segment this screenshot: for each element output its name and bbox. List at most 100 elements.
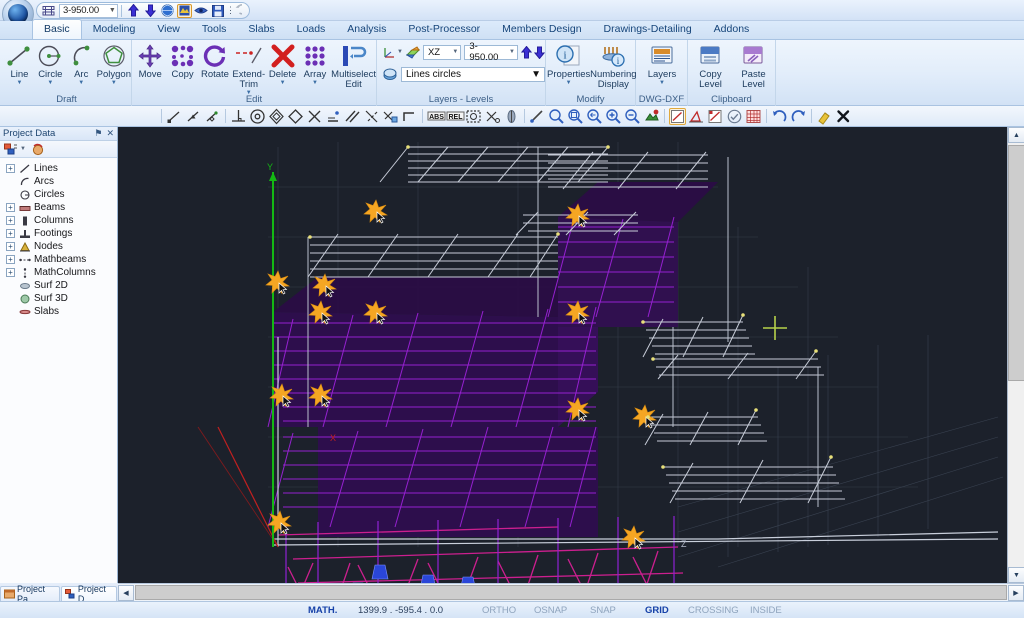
vertical-scroll-thumb[interactable] [1008,145,1024,381]
status-toggle-ortho[interactable]: ORTHO [482,605,516,616]
tab-basic[interactable]: Basic [32,19,82,39]
scroll-left-button[interactable]: ◀ [118,584,134,601]
horizontal-scroll-thumb[interactable] [135,585,1007,600]
tab-analysis[interactable]: Analysis [336,20,397,39]
grid-display-icon[interactable] [745,108,762,125]
tree-item-footings[interactable]: + Footings [4,227,117,240]
tab-modeling[interactable]: Modeling [82,20,147,39]
chevron-down-icon[interactable]: ▼ [452,49,458,55]
viewport-vertical-scrollbar[interactable]: ▲ ▼ [1007,127,1024,583]
tab-view[interactable]: View [146,20,191,39]
tree-item-lines[interactable]: + Lines [4,162,117,175]
arc-button[interactable]: Arc ▼ [66,43,97,87]
zoom-in-icon[interactable] [605,108,622,125]
zoom-previous-icon[interactable] [586,108,603,125]
status-toggle-snap[interactable]: SNAP [590,605,616,616]
status-toggle-grid[interactable]: GRID [645,605,669,616]
erase-icon[interactable] [816,108,833,125]
tab-project-parameters[interactable]: Project Pa... [0,584,60,604]
globe-icon[interactable] [160,4,175,18]
axes-icon[interactable] [383,45,396,59]
render-view-icon[interactable] [176,3,192,18]
snap-extension-icon[interactable] [382,108,399,125]
chevron-down-icon[interactable]: ▼ [78,80,84,87]
level-up-icon[interactable] [521,45,532,59]
expand-icon[interactable]: + [6,229,15,238]
refresh-icon[interactable] [31,143,45,156]
levels-icon[interactable] [41,4,56,18]
properties-button[interactable]: i Properties ▼ [547,43,590,87]
zoom-window-icon[interactable] [567,108,584,125]
snap-nearest-icon[interactable] [204,108,221,125]
down-arrow-icon[interactable] [143,4,158,18]
status-mode-label[interactable]: MATH. [308,605,337,616]
chevron-down-icon[interactable]: ▼ [531,69,541,80]
zoom-extents-icon[interactable] [624,108,641,125]
expand-icon[interactable]: + [6,255,15,264]
expand-icon[interactable]: + [6,164,15,173]
dwg-layers-button[interactable]: Layers ▼ [639,43,685,87]
polar-toggle-icon[interactable] [688,108,705,125]
chevron-down-icon[interactable]: ▼ [659,80,665,87]
ortho-toggle-icon[interactable] [669,107,686,125]
level-combo[interactable]: 3-950.00 ▼ [464,41,518,63]
extend-trim-button[interactable]: Extend-Trim ▼ [231,43,266,97]
pin-icon[interactable]: ⚑ [94,128,102,139]
expand-icon[interactable]: + [6,242,15,251]
copy-level-button[interactable]: Copy Level [689,43,732,90]
snap-intersection-icon[interactable] [306,108,323,125]
select-window-icon[interactable] [465,108,482,125]
tree-item-surf-2d[interactable]: Surf 2D [4,279,117,292]
up-arrow-icon[interactable] [126,4,141,18]
chevron-down-icon[interactable]: ▼ [109,7,116,14]
close-icon[interactable] [835,108,852,125]
snap-none-icon[interactable] [484,108,501,125]
tree-item-surf-3d[interactable]: Surf 3D [4,292,117,305]
pan-icon[interactable] [643,108,660,125]
layer-combo[interactable]: Lines circles ▼ [401,66,545,82]
chevron-down-icon[interactable]: ▼ [20,146,26,152]
tab-slabs[interactable]: Slabs [237,20,285,39]
polygon-button[interactable]: Polygon ▼ [97,43,131,87]
snap-toggle-icon[interactable] [503,108,520,125]
chevron-down-icon[interactable]: ▼ [566,80,572,87]
viewport-horizontal-scrollbar[interactable]: ◀ ▶ [118,583,1024,601]
chevron-down-icon[interactable]: ▼ [47,80,53,87]
tree-item-circles[interactable]: Circles [4,188,117,201]
chevron-down-icon[interactable]: ▼ [509,49,515,55]
chevron-down-icon[interactable]: ▼ [397,49,403,55]
status-toggle-osnap[interactable]: OSNAP [534,605,567,616]
eye-icon[interactable] [194,4,209,18]
rotate-button[interactable]: Rotate [199,43,231,80]
snap-midpoint-icon[interactable] [185,108,202,125]
plane-icon[interactable] [405,45,420,59]
chevron-down-icon[interactable]: ▼ [280,80,286,87]
level-down-icon[interactable] [534,46,545,59]
multiselect-edit-button[interactable]: Multiselect Edit [331,43,376,90]
undo-icon[interactable] [771,108,788,125]
chevron-down-icon[interactable]: ▼ [16,80,22,87]
status-toggle-inside[interactable]: INSIDE [750,605,782,616]
quick-access-toolbar[interactable]: 3-950.00 ▼ [36,2,250,19]
tree-item-columns[interactable]: + Columns [4,214,117,227]
quick-access-overflow-button[interactable]: ⋮ [226,5,235,16]
snap-endpoint-icon[interactable] [166,108,183,125]
scroll-down-button[interactable]: ▼ [1008,567,1024,583]
tab-drawings-detailing[interactable]: Drawings-Detailing [593,20,703,39]
tree-item-arcs[interactable]: Arcs [4,175,117,188]
snap-perpendicular-icon[interactable] [230,108,247,125]
tab-members-design[interactable]: Members Design [491,20,592,39]
snap-apparent-intersection-icon[interactable] [363,108,380,125]
model-3d-wireframe[interactable]: Y X Z [118,127,1007,583]
snap-node-icon[interactable] [268,108,285,125]
tab-loads[interactable]: Loads [286,20,337,39]
status-toggle-crossing[interactable]: CROSSING [688,605,739,616]
snap-tangent-icon[interactable] [401,108,418,125]
tab-addons[interactable]: Addons [703,20,761,39]
copy-button[interactable]: Copy [166,43,198,80]
zoom-out-icon[interactable] [548,108,565,125]
snap-quadrant-icon[interactable] [287,108,304,125]
expand-icon[interactable]: + [6,203,15,212]
rel-coords-icon[interactable]: REL [446,108,465,125]
expand-icon[interactable]: + [6,268,15,277]
